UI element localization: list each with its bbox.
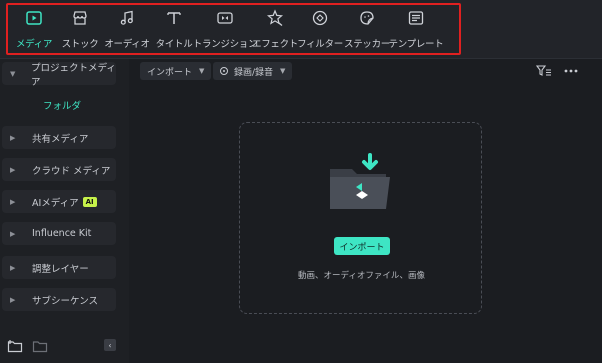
import-button[interactable]: インポート — [334, 237, 390, 255]
chevron-right-icon: ▶ — [10, 295, 16, 304]
chevron-right-icon: ▶ — [10, 229, 16, 238]
sidebar-folder[interactable]: フォルダ — [43, 98, 81, 112]
effect-icon — [266, 9, 284, 27]
more-options-icon[interactable] — [563, 64, 579, 81]
chevron-down-icon: ▼ — [10, 69, 16, 78]
import-hint-text: 動画、オーディオファイル、画像 — [298, 271, 425, 281]
tool-effect-label: エフェクト — [252, 39, 299, 50]
tool-transition-label: トランジション — [192, 39, 258, 50]
record-dropdown[interactable]: 録画/録音 ▼ — [213, 62, 293, 80]
tool-filter[interactable]: フィルター — [297, 9, 343, 51]
import-dropzone[interactable]: インポート 動画、オーディオファイル、画像 — [239, 122, 482, 314]
sidebar-item-influence-kit[interactable]: ▶ Influence Kit — [2, 222, 116, 245]
import-folder-icon — [326, 153, 398, 213]
chevron-left-icon: ‹ — [108, 340, 112, 350]
tool-filter-label: フィルター — [297, 39, 343, 50]
sidebar-item-label: サブシーケンス — [32, 295, 99, 307]
audio-icon — [118, 9, 136, 27]
sidebar-item-cloud-media[interactable]: ▶ クラウド メディア — [2, 158, 116, 181]
sidebar-item-subsequence[interactable]: ▶ サブシーケンス — [2, 288, 116, 311]
sidebar-item-label: Influence Kit — [32, 228, 92, 239]
chevron-right-icon: ▶ — [10, 197, 16, 206]
tool-sticker-label: ステッカー — [344, 39, 391, 50]
sidebar-item-label: クラウド メディア — [32, 165, 111, 177]
sidebar-footer: ‹ — [0, 335, 129, 359]
ai-badge: AI — [82, 196, 97, 207]
sidebar-item-label: 共有メディア — [32, 133, 89, 145]
sidebar: ▼ プロジェクトメディア フォルダ ▶ 共有メディア ▶ クラウド メディア ▶… — [0, 59, 129, 363]
template-icon — [407, 9, 425, 27]
sticker-icon — [358, 9, 376, 27]
tool-sticker[interactable]: ステッカー — [344, 9, 391, 51]
tool-template[interactable]: テンプレート — [389, 9, 444, 51]
tool-audio-label: オーディオ — [104, 39, 150, 50]
sidebar-item-project-media[interactable]: ▼ プロジェクトメディア — [2, 62, 116, 88]
collapse-sidebar-button[interactable]: ‹ — [104, 339, 116, 351]
stock-icon — [71, 9, 89, 27]
new-folder-icon[interactable] — [7, 338, 23, 354]
chevron-right-icon: ▶ — [10, 263, 16, 272]
title-icon — [165, 9, 183, 27]
filter-sort-icon[interactable] — [535, 64, 552, 81]
record-dropdown-label: 録画/録音 — [234, 67, 274, 78]
transition-icon — [216, 9, 234, 27]
tool-media[interactable]: メディア — [16, 9, 52, 51]
media-panel: インポート ▼ 録画/録音 ▼ インポート 動画、オーディオファイル、画像 — [129, 59, 602, 363]
app-window: メディア ストック オーディオ タイトル トランジション エフェクト フィルター… — [0, 0, 602, 363]
tool-effect[interactable]: エフェクト — [252, 9, 298, 51]
sidebar-item-label: 調整レイヤー — [32, 263, 89, 275]
tool-media-label: メディア — [15, 39, 53, 50]
import-dropdown[interactable]: インポート ▼ — [140, 62, 212, 80]
sidebar-item-ai-media[interactable]: ▶ AIメディア AI — [2, 190, 116, 213]
sidebar-item-adjustment-layer[interactable]: ▶ 調整レイヤー — [2, 256, 116, 279]
top-toolbar: メディア ストック オーディオ タイトル トランジション エフェクト フィルター… — [0, 0, 602, 58]
tool-stock[interactable]: ストック — [61, 9, 99, 51]
tool-transition[interactable]: トランジション — [193, 9, 258, 51]
filter-icon — [311, 9, 329, 27]
tool-title[interactable]: タイトル — [155, 9, 193, 51]
media-icon — [25, 9, 43, 27]
tool-stock-label: ストック — [61, 39, 99, 50]
tool-audio[interactable]: オーディオ — [104, 9, 150, 51]
chevron-down-icon: ▼ — [280, 67, 286, 75]
sidebar-item-label: AIメディア — [32, 197, 79, 209]
chevron-down-icon: ▼ — [199, 67, 205, 75]
sidebar-item-label: プロジェクトメディア — [31, 62, 116, 88]
import-dropdown-label: インポート — [147, 67, 193, 78]
chevron-right-icon: ▶ — [10, 165, 16, 174]
record-icon — [220, 67, 228, 75]
sidebar-item-shared-media[interactable]: ▶ 共有メディア — [2, 126, 116, 149]
chevron-right-icon: ▶ — [10, 133, 16, 142]
folder-icon[interactable] — [32, 338, 48, 354]
tool-template-label: テンプレート — [388, 39, 444, 50]
tool-title-label: タイトル — [155, 39, 193, 50]
